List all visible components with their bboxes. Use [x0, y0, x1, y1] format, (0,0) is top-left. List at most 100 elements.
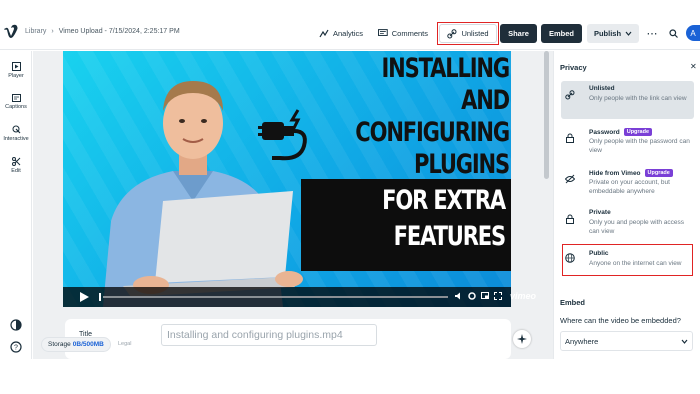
upgrade-badge[interactable]: Upgrade: [644, 169, 673, 177]
privacy-option-name: Private: [589, 209, 611, 216]
publish-button[interactable]: Publish: [587, 24, 639, 43]
embed-select-value: Anywhere: [565, 336, 599, 346]
chevron-down-icon: [681, 339, 688, 344]
embed-question: Where can the video be embedded?: [560, 316, 681, 325]
vimeo-player-logo[interactable]: vimeo: [510, 291, 536, 301]
player-icon: [11, 62, 21, 71]
publish-label: Publish: [593, 29, 622, 38]
play-icon[interactable]: [77, 291, 91, 303]
sidebar-item-player[interactable]: Player: [0, 62, 32, 79]
sidebar-item-label: Player: [8, 73, 24, 79]
sidebar-item-edit[interactable]: Edit: [0, 157, 32, 174]
privacy-option-unlisted[interactable]: Unlisted Only people with the link can v…: [561, 81, 694, 119]
analytics-icon: [319, 29, 329, 38]
more-options-icon[interactable]: ⋯: [645, 24, 659, 43]
settings-gear-icon[interactable]: [468, 292, 476, 300]
sidebar-item-label: Captions: [5, 104, 27, 110]
privacy-option-name: Password: [589, 128, 620, 136]
thumbnail-title-line: CONFIGURING: [355, 117, 510, 148]
player-control-icons: vimeo: [455, 291, 536, 301]
link-icon: [565, 90, 575, 100]
breadcrumb-separator: ›: [51, 28, 54, 35]
sidebar-item-label: Edit: [11, 168, 21, 174]
share-label: Share: [508, 29, 529, 38]
main-stage: INSTALLING AND CONFIGURING PLUGINS FOR E…: [33, 51, 553, 359]
storage-indicator[interactable]: Storage 0B/500MB: [41, 337, 111, 352]
privacy-option-name: Public: [589, 250, 609, 257]
stage-scrollbar[interactable]: [544, 51, 549, 179]
help-icon[interactable]: ?: [10, 341, 22, 353]
thumbnail-caption-box: FOR EXTRA FEATURES: [301, 179, 511, 271]
interactive-icon: [12, 125, 20, 134]
privacy-option-hide-from-vimeo[interactable]: Hide from Vimeo Upgrade Private on your a…: [561, 165, 694, 203]
captions-icon: [11, 94, 21, 102]
player-controls: vimeo: [63, 287, 536, 307]
privacy-option-desc: Anyone on the internet can view: [589, 260, 682, 267]
thumbnail-title-line: PLUGINS: [414, 149, 510, 180]
picture-in-picture-icon[interactable]: [481, 292, 489, 300]
storage-label: Storage: [48, 341, 71, 348]
breadcrumb-current: Vimeo Upload - 7/15/2024, 2:25:17 PM: [58, 28, 180, 35]
privacy-option-desc: Only people with the link can view: [589, 95, 687, 102]
thumbnail-title-line: INSTALLING AND: [381, 53, 510, 116]
lock-icon: [566, 133, 574, 143]
embed-section-title: Embed: [560, 298, 586, 307]
svg-text:?: ?: [14, 345, 18, 352]
legal-link[interactable]: Legal: [118, 341, 131, 347]
unlisted-label: Unlisted: [461, 29, 489, 38]
title-input[interactable]: Installing and configuring plugins.mp4: [161, 324, 377, 346]
ai-assist-button[interactable]: [513, 330, 531, 348]
plug-icon: [258, 109, 307, 161]
embed-label: Embed: [548, 29, 574, 38]
comments-label: Comments: [391, 29, 428, 38]
privacy-option-desc: Only you and people with access can view: [589, 219, 685, 235]
privacy-panel: Privacy ✕ Unlisted Only people with the …: [553, 51, 700, 359]
privacy-option-public[interactable]: Public Anyone on the internet can view: [561, 246, 694, 274]
privacy-option-private[interactable]: Private Only you and people with access …: [561, 205, 694, 243]
thumbnail-headline: INSTALLING AND CONFIGURING PLUGINS: [344, 53, 510, 181]
analytics-label: Analytics: [332, 29, 363, 38]
progress-scrubber[interactable]: [99, 293, 448, 301]
eye-off-icon: [565, 174, 575, 184]
thumbnail-box-line: FOR EXTRA: [382, 185, 506, 216]
privacy-option-password[interactable]: Password Upgrade Only people with the pas…: [561, 124, 694, 162]
sidebar-item-captions[interactable]: Captions: [0, 94, 32, 110]
privacy-panel-title: Privacy: [560, 63, 587, 72]
privacy-option-name: Unlisted: [589, 85, 615, 92]
analytics-button[interactable]: Analytics: [318, 24, 364, 43]
breadcrumb: Library › Vimeo Upload - 7/15/2024, 2:25:1…: [25, 28, 180, 35]
close-icon[interactable]: ✕: [690, 62, 697, 71]
upgrade-badge[interactable]: Upgrade: [623, 128, 653, 136]
privacy-option-name: Hide from Vimeo: [589, 169, 641, 177]
scrubber-handle[interactable]: [99, 293, 101, 301]
share-button[interactable]: Share: [500, 24, 537, 43]
edit-icon: [11, 157, 20, 166]
top-bar: Library › Vimeo Upload - 7/15/2024, 2:25:1…: [0, 16, 700, 50]
sidebar-item-label: Interactive: [3, 136, 29, 142]
link-icon: [447, 28, 457, 38]
globe-icon: [565, 253, 575, 263]
sidebar-item-interactive[interactable]: Interactive: [0, 125, 32, 142]
embed-location-select[interactable]: Anywhere: [560, 331, 693, 351]
breadcrumb-library-link[interactable]: Library: [25, 28, 46, 35]
unlisted-privacy-button[interactable]: Unlisted: [439, 24, 497, 43]
embed-button[interactable]: Embed: [541, 24, 582, 43]
thumbnail-box-line: FEATURES: [393, 221, 506, 252]
volume-icon[interactable]: [455, 292, 463, 300]
avatar[interactable]: A: [686, 25, 700, 41]
video-player[interactable]: INSTALLING AND CONFIGURING PLUGINS FOR E…: [63, 51, 511, 307]
storage-quota: 0B/500MB: [72, 341, 104, 348]
privacy-option-desc: Private on your account, but embeddable …: [589, 179, 670, 195]
chevron-down-icon: [625, 31, 632, 36]
fullscreen-icon[interactable]: [494, 292, 502, 300]
vimeo-logo-icon[interactable]: [3, 24, 19, 40]
privacy-option-desc: Only people with the password can view: [589, 138, 690, 154]
comments-button[interactable]: Comments: [378, 24, 428, 43]
appearance-icon[interactable]: [10, 319, 22, 331]
comments-icon: [378, 29, 388, 36]
presenter-image: [103, 81, 303, 307]
sparkle-icon: [517, 334, 527, 344]
search-icon[interactable]: [669, 29, 678, 38]
left-sidebar: Player Captions Interactive Edit ?: [0, 51, 32, 359]
lock-icon: [566, 214, 574, 224]
